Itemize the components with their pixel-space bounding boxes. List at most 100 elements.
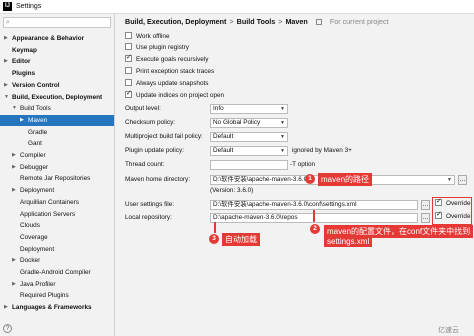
plugin-update-policy-label: Plugin update policy: [125, 147, 184, 154]
breadcrumb-item[interactable]: Build, Execution, Deployment [125, 17, 226, 26]
override-user-settings-checkbox[interactable]: Override [435, 197, 471, 209]
checkbox-execute-goals-recursively[interactable]: Execute goals recursively [125, 53, 208, 65]
sidebar-item[interactable]: ▶ Languages & Frameworks [0, 302, 114, 313]
override-local-repository-checkbox[interactable]: Override [435, 210, 471, 222]
checkbox-always-update-snapshots[interactable]: Always update snapshots [125, 78, 208, 89]
sidebar-item[interactable]: Clouds [0, 220, 114, 231]
chevron-down-icon: ▼ [280, 120, 285, 126]
chevron-right-icon[interactable]: ▶ [12, 255, 16, 266]
sidebar-item[interactable]: ▶ Maven [0, 114, 114, 126]
breadcrumb-item[interactable]: Maven [285, 17, 307, 26]
checkbox-print-exception-stack-traces[interactable]: Print exception stack traces [125, 66, 215, 77]
chevron-down-icon: ▼ [280, 106, 285, 112]
chevron-right-icon[interactable]: ▶ [12, 162, 16, 173]
browse-maven-home-button[interactable]: … [458, 175, 467, 185]
sidebar-item-label: Build Tools [20, 105, 51, 113]
annotation-maven-path: maven的路径 [318, 173, 373, 186]
browse-user-settings-button[interactable]: … [421, 200, 430, 210]
output-level-select[interactable]: Info ▼ [210, 104, 288, 114]
chevron-down-icon[interactable]: ▼ [4, 92, 9, 103]
user-settings-label: User settings file: [125, 201, 175, 208]
annotation-auto-load: 自动加载 [222, 233, 260, 246]
sidebar-item[interactable]: ▶ Java Profiler [0, 279, 114, 290]
browse-local-repository-button[interactable]: … [421, 213, 430, 223]
user-settings-input[interactable]: D:\软件安装\apache-maven-3.6.0\conf\settings… [210, 200, 418, 210]
checksum-policy-select[interactable]: No Global Policy ▼ [210, 118, 288, 128]
checkbox-box[interactable] [125, 78, 132, 86]
breadcrumb-separator: > [229, 17, 234, 26]
chevron-down-icon[interactable]: ▼ [12, 103, 17, 114]
sidebar-item-label: Maven [28, 116, 48, 124]
sidebar-item[interactable]: Gant [0, 138, 114, 149]
thread-count-input[interactable] [210, 160, 288, 170]
sidebar-item-label: Keymap [12, 46, 37, 54]
annotation-connector [214, 222, 216, 233]
plugin-update-policy-select[interactable]: Default ▼ [210, 146, 288, 156]
sidebar-item[interactable]: Plugins [0, 68, 114, 79]
checkbox-update-indices[interactable]: Update indices on project open [125, 89, 224, 101]
settings-search-input[interactable]: ⌕ [3, 17, 111, 28]
select-value: No Global Policy [213, 119, 261, 126]
sidebar-item[interactable]: ▶ Docker [0, 255, 114, 266]
select-value: Default [213, 133, 234, 140]
sidebar-item[interactable]: Coverage [0, 232, 114, 243]
sidebar-item-label: Gradle-Android Compiler [20, 269, 91, 276]
maven-home-label: Maven home directory: [125, 176, 190, 183]
checkbox-box[interactable] [125, 31, 132, 39]
sidebar-item[interactable]: Gradle-Android Compiler [0, 267, 114, 278]
sidebar-item[interactable]: Remote Jar Repositories [0, 173, 114, 184]
help-icon[interactable]: ? [3, 324, 12, 333]
sidebar-item-label: Java Profiler [20, 280, 56, 288]
checkbox-label: Use plugin registry [136, 44, 189, 51]
thread-count-label: Thread count: [125, 161, 165, 168]
sidebar-item-label: Debugger [20, 163, 49, 171]
sidebar-item[interactable]: Deployment [0, 244, 114, 255]
sidebar-item[interactable]: ▼ Build, Execution, Deployment [0, 92, 114, 103]
chevron-down-icon: ▼ [447, 177, 452, 183]
multiproject-policy-select[interactable]: Default ▼ [210, 132, 288, 142]
chevron-right-icon[interactable]: ▶ [12, 279, 16, 290]
chevron-right-icon[interactable]: ▶ [20, 115, 24, 126]
watermark: 亿速云 [438, 327, 459, 334]
chevron-right-icon[interactable]: ▶ [12, 185, 16, 196]
sidebar-item[interactable]: ▶ Debugger [0, 162, 114, 173]
sidebar-item[interactable]: Gradle [0, 127, 114, 138]
checkbox-work-offline[interactable]: Work offline [125, 31, 170, 42]
sidebar-item[interactable]: Arquillian Containers [0, 197, 114, 208]
chevron-right-icon[interactable]: ▶ [4, 302, 8, 313]
chevron-right-icon[interactable]: ▶ [4, 80, 8, 91]
checkbox-box[interactable] [125, 66, 132, 74]
chevron-right-icon[interactable]: ▶ [4, 33, 8, 44]
sidebar-item[interactable]: Keymap [0, 45, 114, 56]
sidebar-item-label: Gradle [28, 128, 48, 136]
chevron-right-icon[interactable]: ▶ [4, 56, 8, 67]
sidebar-item-label: Docker [20, 257, 41, 265]
checksum-policy-label: Checksum policy: [125, 119, 176, 126]
checkbox-use-plugin-registry[interactable]: Use plugin registry [125, 42, 189, 53]
breadcrumb: Build, Execution, Deployment > Build Tools… [125, 17, 389, 26]
sidebar-item[interactable]: ▶ Compiler [0, 150, 114, 161]
sidebar-item[interactable]: Application Servers [0, 209, 114, 220]
sidebar-item[interactable]: ▶ Editor [0, 56, 114, 67]
sidebar-item-label: Editor [12, 58, 31, 66]
settings-sidebar: ⌕ ▶ Appearance & Behavior Keymap ▶ Editor Plu… [0, 14, 115, 336]
checkbox-box[interactable] [125, 42, 132, 50]
title-bar: IJ Settings [0, 0, 474, 14]
sidebar-item[interactable]: ▶ Appearance & Behavior [0, 33, 114, 44]
sidebar-item[interactable]: ▶ Deployment [0, 185, 114, 196]
sidebar-item[interactable]: ▼ Build Tools [0, 103, 114, 114]
chevron-right-icon[interactable]: ▶ [12, 150, 16, 161]
checkbox-box[interactable] [125, 89, 132, 99]
annotation-settings-file-line2: settings.xml [324, 236, 373, 247]
checkbox-box[interactable] [435, 210, 442, 220]
sidebar-item[interactable]: Required Plugins [0, 290, 114, 301]
checkbox-label: Print exception stack traces [136, 68, 215, 75]
sidebar-item-label: Gant [28, 140, 42, 148]
sidebar-item[interactable]: ▶ Version Control [0, 80, 114, 91]
breadcrumb-separator: > [278, 17, 283, 26]
project-scope-icon [315, 19, 322, 26]
breadcrumb-item[interactable]: Build Tools [237, 17, 276, 26]
annotation-number-3: 3 [209, 234, 219, 244]
checkbox-box[interactable] [435, 197, 442, 207]
checkbox-box[interactable] [125, 53, 132, 63]
